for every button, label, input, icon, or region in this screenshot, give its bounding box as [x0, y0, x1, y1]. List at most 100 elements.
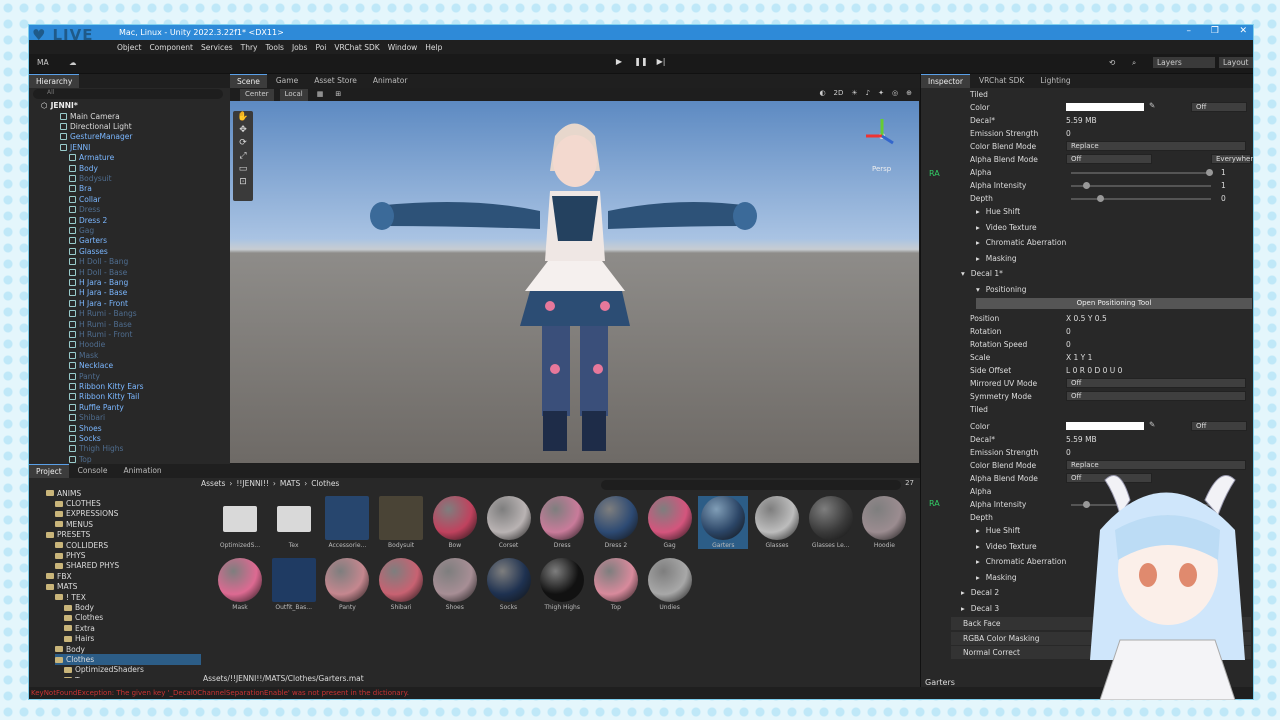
project-folder[interactable]: COLLIDERS	[55, 540, 108, 550]
hierarchy-row[interactable]: Necklace	[69, 361, 113, 371]
pivot-dropdown[interactable]: Center	[240, 89, 274, 101]
asset-mat[interactable]: Glasses Le...	[806, 496, 856, 549]
tab-animator[interactable]: Animator	[366, 74, 414, 88]
step-button[interactable]: ▶|	[654, 57, 668, 70]
move-tool-icon[interactable]: ✥	[233, 124, 253, 137]
field-slider[interactable]	[1071, 182, 1211, 189]
hierarchy-row[interactable]: JENNI	[60, 142, 90, 152]
field-value[interactable]: 5.59 MB	[1066, 116, 1097, 125]
hierarchy-row[interactable]: Ribbon Kitty Tail	[69, 392, 139, 402]
hierarchy-row[interactable]: H Rumi - Base	[69, 319, 132, 329]
hierarchy-row[interactable]: H Jara - Front	[69, 298, 128, 308]
hierarchy-row[interactable]: Gag	[69, 225, 94, 235]
field-value[interactable]: 5.59 MB	[1066, 435, 1097, 444]
hierarchy-row[interactable]: Dress 2	[69, 215, 107, 225]
asset-tex[interactable]: Outfit_Bas...	[269, 558, 319, 611]
hierarchy-row[interactable]: H Doll - Base	[69, 267, 127, 277]
hidden-objects-icon[interactable]: ◎	[892, 89, 898, 97]
asset-mat[interactable]: Dress	[537, 496, 587, 549]
project-folder[interactable]: OptimizedShaders	[64, 665, 144, 675]
hierarchy-row[interactable]: H Rumi - Bangs	[69, 309, 137, 319]
scene-viewport[interactable]: Persp	[230, 101, 919, 463]
asset-mat[interactable]: Glasses	[752, 496, 802, 549]
project-folder[interactable]: ! TEX	[55, 592, 86, 602]
color-mode-dropdown[interactable]: Off	[1191, 421, 1247, 431]
account-button[interactable]: MA	[37, 58, 49, 67]
hand-tool-icon[interactable]: ✋	[233, 111, 253, 124]
foldout-section[interactable]: ▸ Chromatic Aberration	[976, 236, 1253, 249]
asset-mat[interactable]: Dress 2	[591, 496, 641, 549]
field-value[interactable]: 0	[1066, 340, 1071, 349]
hierarchy-row[interactable]: H Jara - Base	[69, 288, 127, 298]
hierarchy-row[interactable]: Mask	[69, 350, 98, 360]
avatar-model[interactable]: Persp	[230, 101, 919, 463]
hierarchy-row[interactable]: Shibari	[69, 413, 105, 423]
snap-icon[interactable]: ⊞	[332, 89, 344, 101]
project-folder[interactable]: CLOTHES	[55, 498, 101, 508]
project-folder[interactable]: PRESETS	[46, 530, 90, 540]
hierarchy-row[interactable]: H Rumi - Front	[69, 329, 133, 339]
foldout-section[interactable]: ▾ Decal 1*	[961, 267, 1253, 280]
play-button[interactable]: ▶	[612, 57, 626, 70]
inspector-field[interactable]: Rotation 0	[921, 325, 1253, 338]
rect-tool-icon[interactable]: ▭	[233, 163, 253, 176]
scene-orientation-gizmo[interactable]	[866, 119, 894, 145]
project-folder[interactable]: Tex	[64, 675, 87, 678]
hierarchy-row[interactable]: Socks	[69, 433, 101, 443]
audio-toggle-icon[interactable]: ♪	[866, 89, 870, 97]
project-folder[interactable]: EXPRESSIONS	[55, 509, 118, 519]
cloud-icon[interactable]: ☁	[69, 58, 77, 67]
rotate-tool-icon[interactable]: ⟳	[233, 137, 253, 150]
foldout-section[interactable]: ▾ Positioning	[976, 283, 1253, 296]
minimize-button[interactable]: –	[1187, 26, 1192, 36]
hierarchy-row[interactable]: Armature	[69, 153, 114, 163]
field-value[interactable]: 0	[1066, 129, 1071, 138]
asset-mat[interactable]: Shibari	[376, 558, 426, 611]
project-folder[interactable]: PHYS	[55, 550, 86, 560]
inspector-field[interactable]: Emission Strength 0	[921, 446, 1253, 459]
hierarchy-row[interactable]: Shoes	[69, 423, 102, 433]
hierarchy-row[interactable]: Garters	[69, 236, 107, 246]
search-icon[interactable]: ⌕	[1132, 58, 1136, 68]
asset-mat[interactable]: Hoodie	[859, 496, 909, 549]
tab-console[interactable]: Console	[71, 464, 115, 478]
color-mode-dropdown[interactable]: Off	[1191, 102, 1247, 112]
inspector-field[interactable]: Color ✎ Off	[921, 101, 1253, 114]
lighting-toggle-icon[interactable]: ☀	[851, 89, 857, 97]
menu-item-object[interactable]: Object	[117, 43, 141, 52]
asset-folder[interactable]: Tex	[269, 496, 319, 549]
color-swatch[interactable]	[1066, 103, 1144, 111]
project-folder[interactable]: Body	[64, 602, 94, 612]
space-dropdown[interactable]: Local	[279, 89, 308, 101]
scene-root[interactable]: ⬡ JENNI*	[41, 100, 78, 110]
hierarchy-row[interactable]: H Jara - Bang	[69, 277, 128, 287]
asset-tex[interactable]: Bodysuit	[376, 496, 426, 549]
menu-item-tools[interactable]: Tools	[265, 43, 283, 52]
inspector-field[interactable]: Depth 0	[921, 192, 1253, 205]
field-slider[interactable]	[1071, 195, 1211, 202]
menu-item-thry[interactable]: Thry	[241, 43, 258, 52]
asset-mat[interactable]: Corset	[484, 496, 534, 549]
project-folder[interactable]: Clothes	[55, 654, 201, 665]
project-folder[interactable]: MATS	[46, 582, 77, 592]
asset-mat[interactable]: Bow	[430, 496, 480, 549]
inspector-field[interactable]: Mirrored UV Mode Off	[921, 377, 1253, 390]
scale-tool-icon[interactable]: ⤢	[233, 150, 253, 163]
menu-item-component[interactable]: Component	[149, 43, 193, 52]
effects-icon[interactable]: ✦	[878, 89, 884, 97]
field-dropdown[interactable]: Off	[1066, 391, 1246, 401]
project-folder[interactable]: Extra	[64, 623, 95, 633]
inspector-field[interactable]: Emission Strength 0	[921, 127, 1253, 140]
asset-folder[interactable]: OptimizedS...	[215, 496, 265, 549]
hierarchy-row[interactable]: GestureManager	[60, 132, 132, 142]
inspector-field[interactable]: Rotation Speed 0	[921, 338, 1253, 351]
field-value[interactable]: L 0 R 0 D 0 U 0	[1066, 366, 1122, 375]
menu-item-services[interactable]: Services	[201, 43, 233, 52]
breadcrumb-item[interactable]: Clothes	[311, 479, 339, 491]
hierarchy-row[interactable]: Bodysuit	[69, 173, 112, 183]
field-dropdown[interactable]: Off	[1066, 154, 1152, 164]
inspector-field[interactable]: Position X 0.5 Y 0.5	[921, 312, 1253, 325]
field-value[interactable]: 0	[1221, 194, 1226, 203]
close-button[interactable]: ✕	[1239, 26, 1247, 36]
inspector-field[interactable]: Alpha 1	[921, 166, 1253, 179]
